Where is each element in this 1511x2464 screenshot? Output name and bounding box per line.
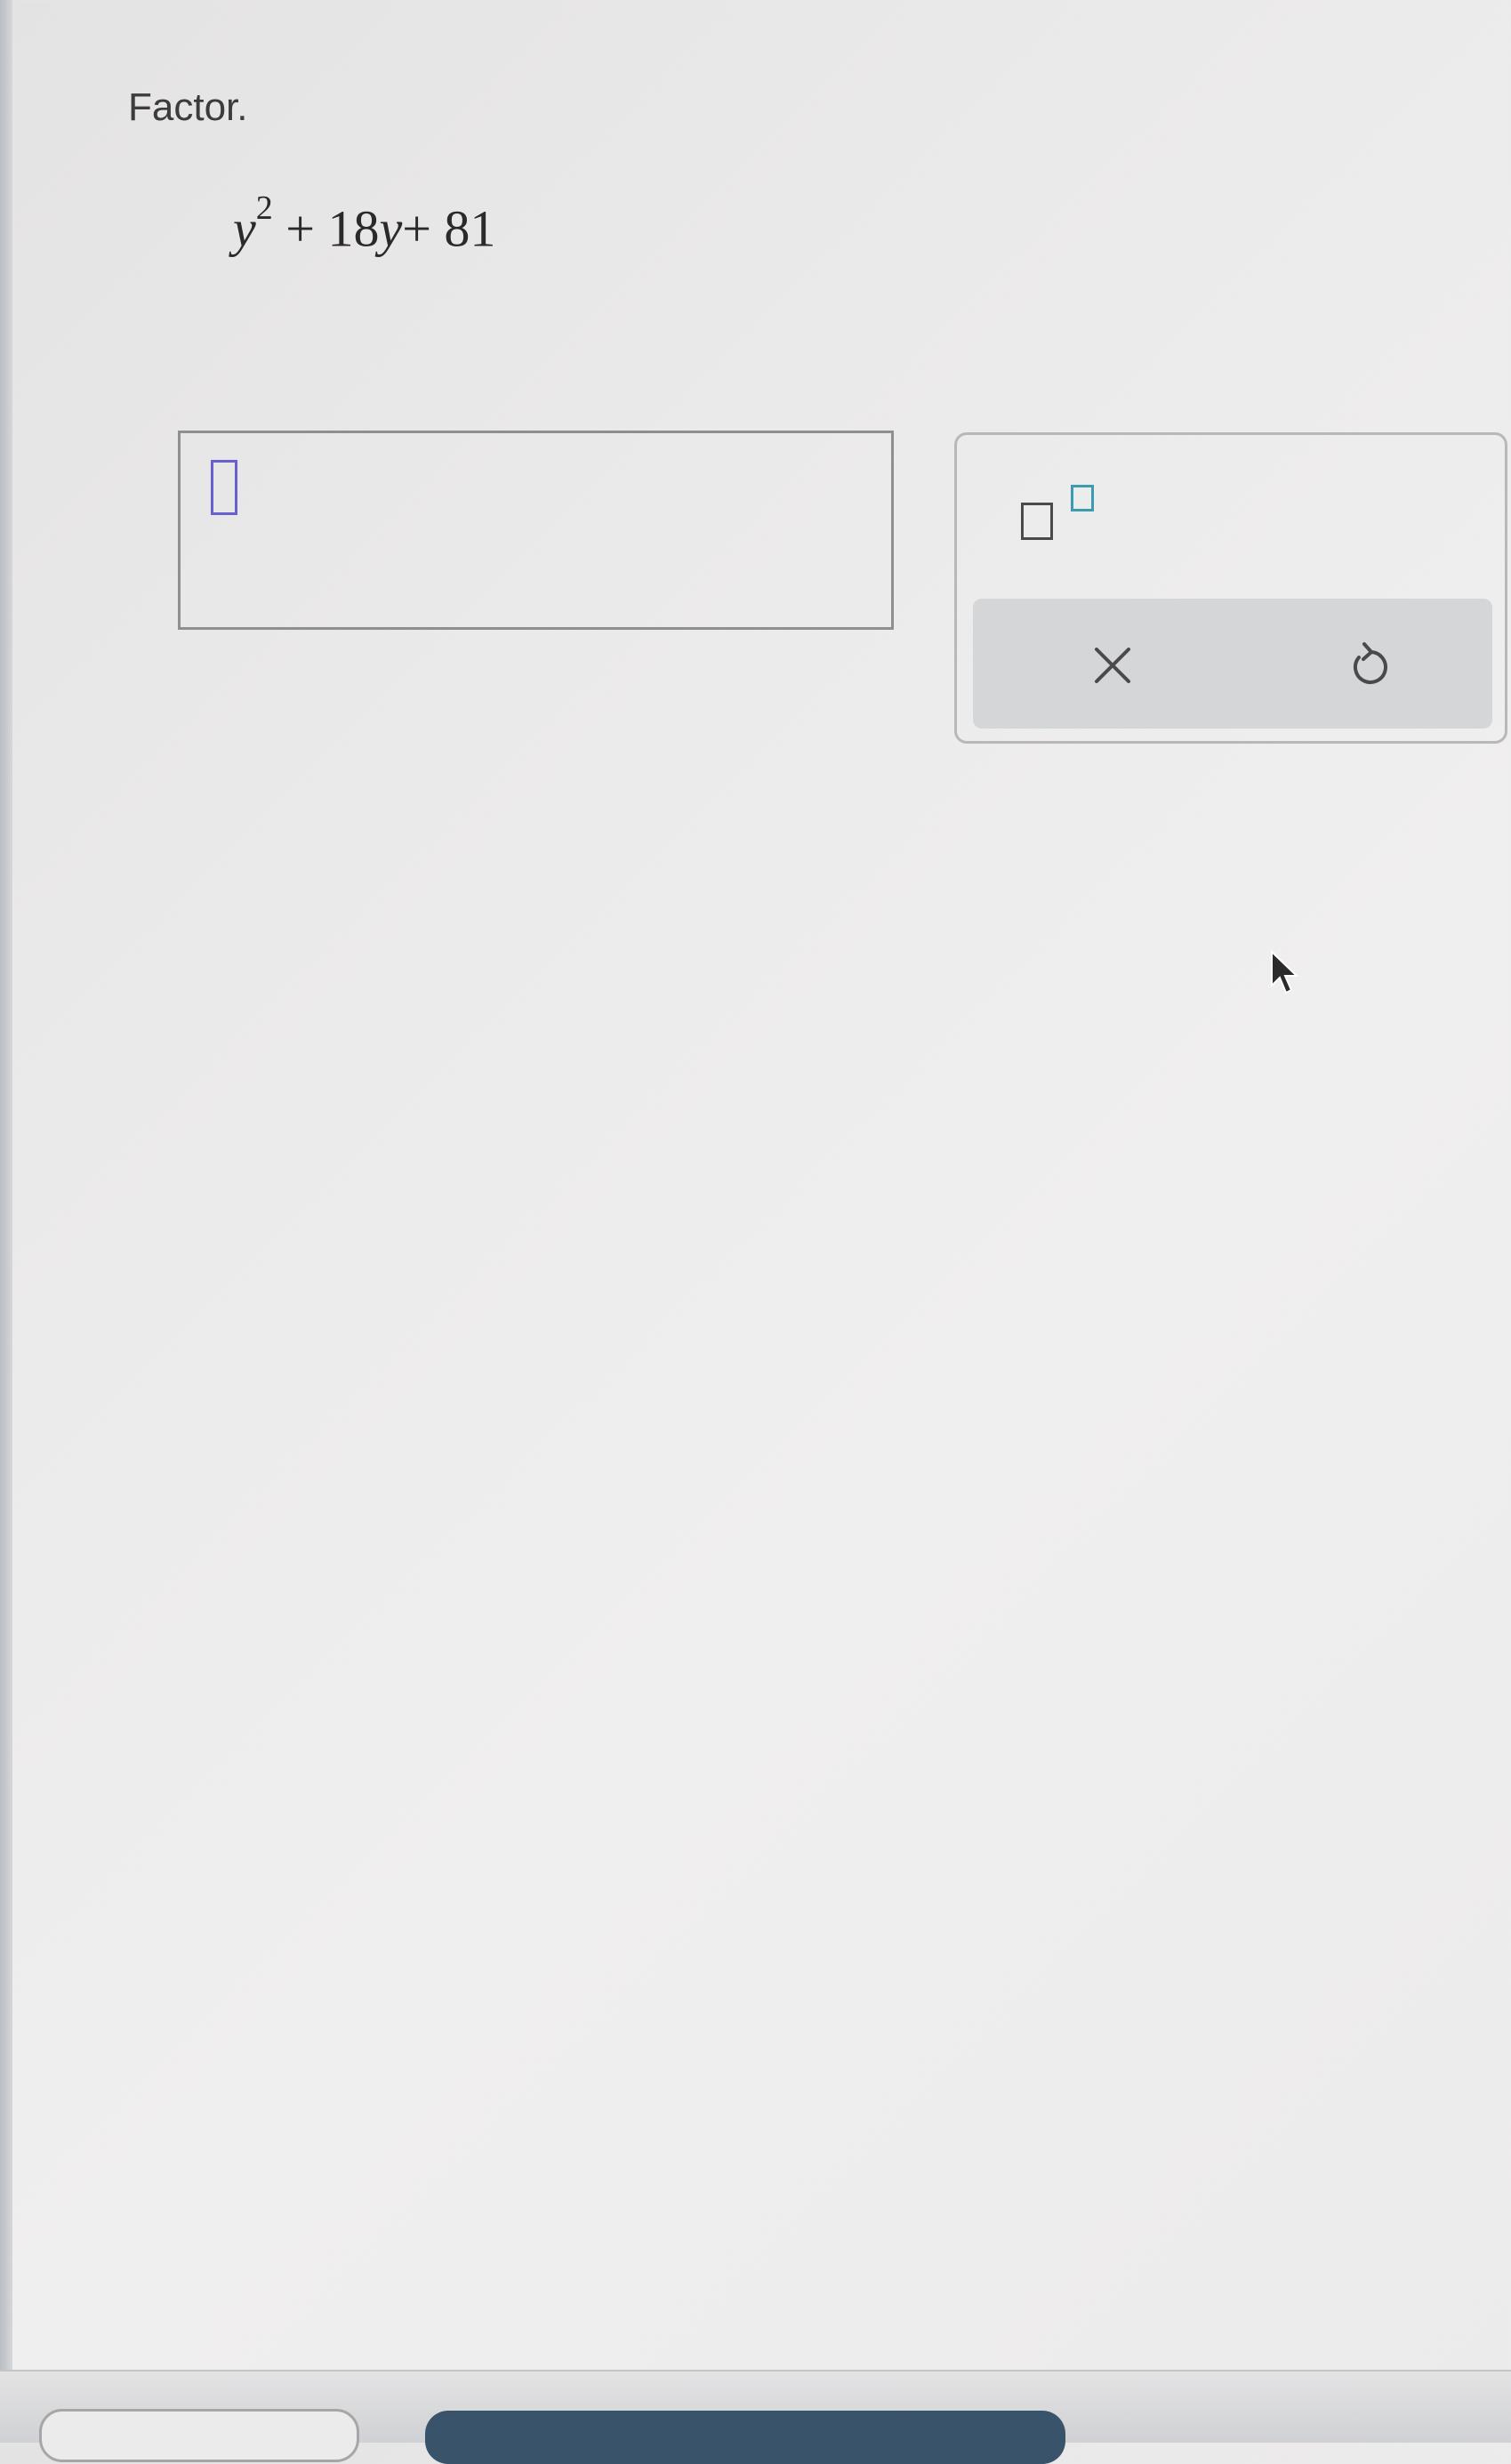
question-prompt: Factor. bbox=[128, 85, 248, 129]
mouse-pointer-icon bbox=[1271, 950, 1299, 994]
undo-button[interactable] bbox=[1329, 625, 1409, 705]
close-icon bbox=[1095, 648, 1130, 683]
bottom-left-button[interactable] bbox=[39, 2409, 359, 2462]
answer-input-cursor-box bbox=[211, 460, 237, 515]
palette-action-bar bbox=[973, 599, 1492, 729]
expression-variable-2: y bbox=[379, 199, 403, 258]
expression-exponent: 2 bbox=[255, 189, 273, 227]
screen-left-edge bbox=[0, 0, 12, 2441]
undo-icon bbox=[1354, 642, 1387, 684]
exponent-template-button[interactable] bbox=[957, 435, 1099, 560]
answer-input[interactable] bbox=[178, 431, 894, 630]
clear-button[interactable] bbox=[1073, 625, 1153, 705]
expression-variable: y bbox=[233, 199, 256, 258]
math-palette bbox=[954, 432, 1507, 744]
math-expression: y2 + 18y+ 81 bbox=[233, 189, 496, 258]
exponent-superscript-icon bbox=[1071, 485, 1094, 511]
bottom-right-button[interactable] bbox=[425, 2411, 1065, 2464]
expression-term-middle: + 18 bbox=[285, 199, 380, 258]
exponent-base-icon bbox=[1021, 503, 1053, 540]
expression-term-constant: + 81 bbox=[402, 199, 496, 258]
